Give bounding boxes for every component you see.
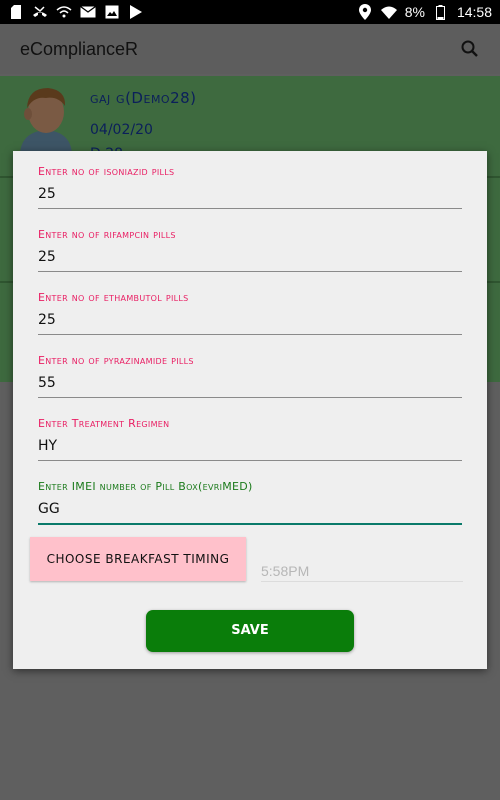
pyrazinamide-underline [38,397,462,398]
pyrazinamide-input[interactable]: 55 [38,375,462,395]
email-icon [80,4,96,20]
avatar [14,82,78,156]
isoniazid-field[interactable]: Enter no of isoniazid pills 25 [38,165,462,209]
treatment-regimen-input[interactable]: HY [38,438,462,458]
rifampcin-input[interactable]: 25 [38,249,462,269]
patient-date: 04/02/20 [90,122,153,138]
clock: 14:58 [456,4,492,20]
patient-name: gaj g(Demo28) [90,89,197,107]
imei-field[interactable]: Enter IMEI number of Pill Box(evriMED) G… [38,480,462,525]
treatment-regimen-field[interactable]: Enter Treatment Regimen HY [38,417,462,461]
status-bar-left [8,4,144,20]
choose-breakfast-timing-button[interactable]: CHOOSE BREAKFAST TIMING [30,537,246,581]
rifampcin-label: Enter no of rifampcin pills [38,228,176,241]
save-button[interactable]: SAVE [146,610,354,652]
ethambutol-input[interactable]: 25 [38,312,462,332]
isoniazid-label: Enter no of isoniazid pills [38,165,175,178]
ethambutol-underline [38,334,462,335]
imei-label: Enter IMEI number of Pill Box(evriMED) [38,480,253,493]
treatment-regimen-label: Enter Treatment Regimen [38,417,170,430]
rifampcin-field[interactable]: Enter no of rifampcin pills 25 [38,228,462,272]
pyrazinamide-field[interactable]: Enter no of pyrazinamide pills 55 [38,354,462,398]
image-icon [104,4,120,20]
play-store-icon [128,4,144,20]
breakfast-time-value[interactable]: 5:58PM [261,563,309,579]
imei-input[interactable]: GG [38,501,462,521]
status-bar-right: 8% 14:58 [357,4,492,20]
pyrazinamide-label: Enter no of pyrazinamide pills [38,354,194,367]
app-bar: eComplianceR [0,24,500,74]
isoniazid-underline [38,208,462,209]
location-icon [357,4,373,20]
isoniazid-input[interactable]: 25 [38,186,462,206]
ethambutol-field[interactable]: Enter no of ethambutol pills 25 [38,291,462,335]
rifampcin-underline [38,271,462,272]
app-title: eComplianceR [20,38,139,59]
search-icon[interactable] [460,39,480,59]
imei-underline [38,523,462,525]
pill-entry-dialog: Enter no of isoniazid pills 25 Enter no … [13,151,487,669]
missed-call-icon [32,4,48,20]
wifi-small-icon [56,4,72,20]
breakfast-time-underline [261,581,463,582]
sim-icon [8,4,24,20]
battery-percent: 8% [404,4,425,20]
treatment-regimen-underline [38,460,462,461]
status-bar: 8% 14:58 [0,0,500,24]
ethambutol-label: Enter no of ethambutol pills [38,291,189,304]
battery-icon [433,4,449,20]
wifi-icon [380,4,397,20]
